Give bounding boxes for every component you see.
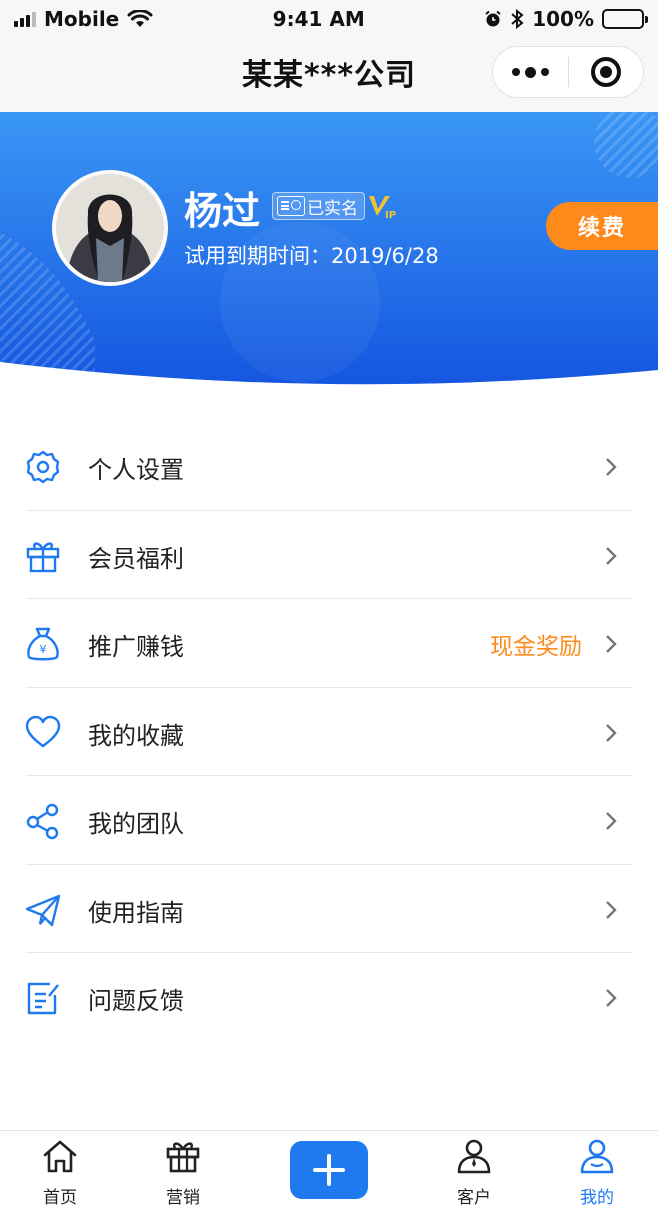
user-icon xyxy=(580,1139,614,1174)
tab-mine[interactable]: 我的 xyxy=(552,1131,642,1208)
mini-program-capsule xyxy=(492,46,644,98)
menu-item-user-guide[interactable]: 使用指南 xyxy=(0,865,658,953)
menu-item-promote-earn[interactable]: ¥ 推广赚钱 现金奖励 xyxy=(0,599,658,688)
menu-label: 个人设置 xyxy=(88,456,184,484)
svg-text:¥: ¥ xyxy=(40,643,47,656)
money-bag-icon: ¥ xyxy=(27,627,59,661)
menu-list: 个人设置 会员福利 ¥ 推广赚钱 现金奖励 我的收藏 我的团队 使用指南 问题反… xyxy=(0,422,658,1042)
status-bar: Mobile 9:41 AM 100% xyxy=(0,0,658,38)
feedback-edit-icon xyxy=(27,982,59,1015)
target-icon xyxy=(590,57,621,87)
heart-icon xyxy=(25,715,61,747)
carrier-label: Mobile xyxy=(44,7,120,31)
menu-label: 推广赚钱 xyxy=(88,633,184,661)
menu-item-settings[interactable]: 个人设置 xyxy=(0,422,658,511)
menu-label: 我的收藏 xyxy=(88,721,184,750)
tab-label: 首页 xyxy=(43,1188,77,1208)
chevron-right-icon xyxy=(606,458,617,476)
status-time: 9:41 AM xyxy=(272,7,365,31)
share-nodes-icon xyxy=(26,803,59,840)
tab-label: 营销 xyxy=(166,1188,200,1208)
tab-customers[interactable]: 客户 xyxy=(429,1131,519,1208)
chevron-right-icon xyxy=(606,812,617,830)
battery-icon xyxy=(602,9,648,29)
add-button[interactable] xyxy=(290,1141,368,1199)
tab-label: 客户 xyxy=(457,1188,491,1208)
cash-reward-label: 现金奖励 xyxy=(490,634,582,660)
more-button[interactable] xyxy=(493,47,568,97)
verified-badge: 已实名 xyxy=(272,192,365,220)
wifi-icon xyxy=(127,10,153,27)
avatar-portrait xyxy=(56,174,164,282)
tab-bar: 首页 营销 客户 我的 xyxy=(0,1130,658,1208)
menu-label: 使用指南 xyxy=(88,898,184,927)
menu-label: 我的团队 xyxy=(88,810,184,838)
user-name: 杨过 xyxy=(184,189,261,233)
chevron-right-icon xyxy=(606,546,617,565)
battery-percent: 100% xyxy=(532,7,594,31)
gift-icon xyxy=(166,1142,200,1173)
menu-item-member-benefits[interactable]: 会员福利 xyxy=(0,511,658,599)
plus-icon xyxy=(313,1154,345,1186)
id-card-icon xyxy=(277,196,305,216)
menu-item-team[interactable]: 我的团队 xyxy=(0,776,658,865)
vip-icon: IP xyxy=(369,196,396,220)
renew-button[interactable]: 续费 xyxy=(546,202,658,250)
trial-expiry-text: 试用到期时间：2019/6/28 xyxy=(184,244,439,268)
signal-icon xyxy=(14,11,36,27)
menu-label: 会员福利 xyxy=(88,544,184,573)
menu-item-feedback[interactable]: 问题反馈 xyxy=(0,953,658,1042)
menu-item-favorites[interactable]: 我的收藏 xyxy=(0,688,658,776)
gear-icon xyxy=(26,450,60,484)
status-right: 100% xyxy=(484,7,648,31)
paper-plane-icon xyxy=(25,894,61,926)
chevron-right-icon xyxy=(606,900,617,919)
tab-marketing[interactable]: 营销 xyxy=(138,1131,228,1208)
verified-label: 已实名 xyxy=(307,198,358,219)
menu-label: 问题反馈 xyxy=(88,987,184,1015)
home-icon xyxy=(43,1140,77,1173)
gift-icon xyxy=(26,541,60,572)
chevron-right-icon xyxy=(606,635,617,653)
close-button[interactable] xyxy=(569,47,643,97)
alarm-icon xyxy=(485,10,501,27)
more-dots-icon xyxy=(512,68,520,76)
profile-header: 杨过 已实名 IP 试用到期时间：2019/6/28 续费 xyxy=(0,112,658,402)
title-bar: 某某***公司 xyxy=(0,38,658,112)
status-left: Mobile xyxy=(14,7,153,31)
avatar[interactable] xyxy=(52,170,168,286)
svg-text:IP: IP xyxy=(385,210,396,220)
chevron-right-icon xyxy=(606,989,617,1007)
customer-icon xyxy=(457,1139,491,1174)
tab-home[interactable]: 首页 xyxy=(15,1131,105,1208)
chevron-right-icon xyxy=(606,723,617,742)
bluetooth-icon xyxy=(511,9,524,29)
tab-label: 我的 xyxy=(580,1188,614,1208)
